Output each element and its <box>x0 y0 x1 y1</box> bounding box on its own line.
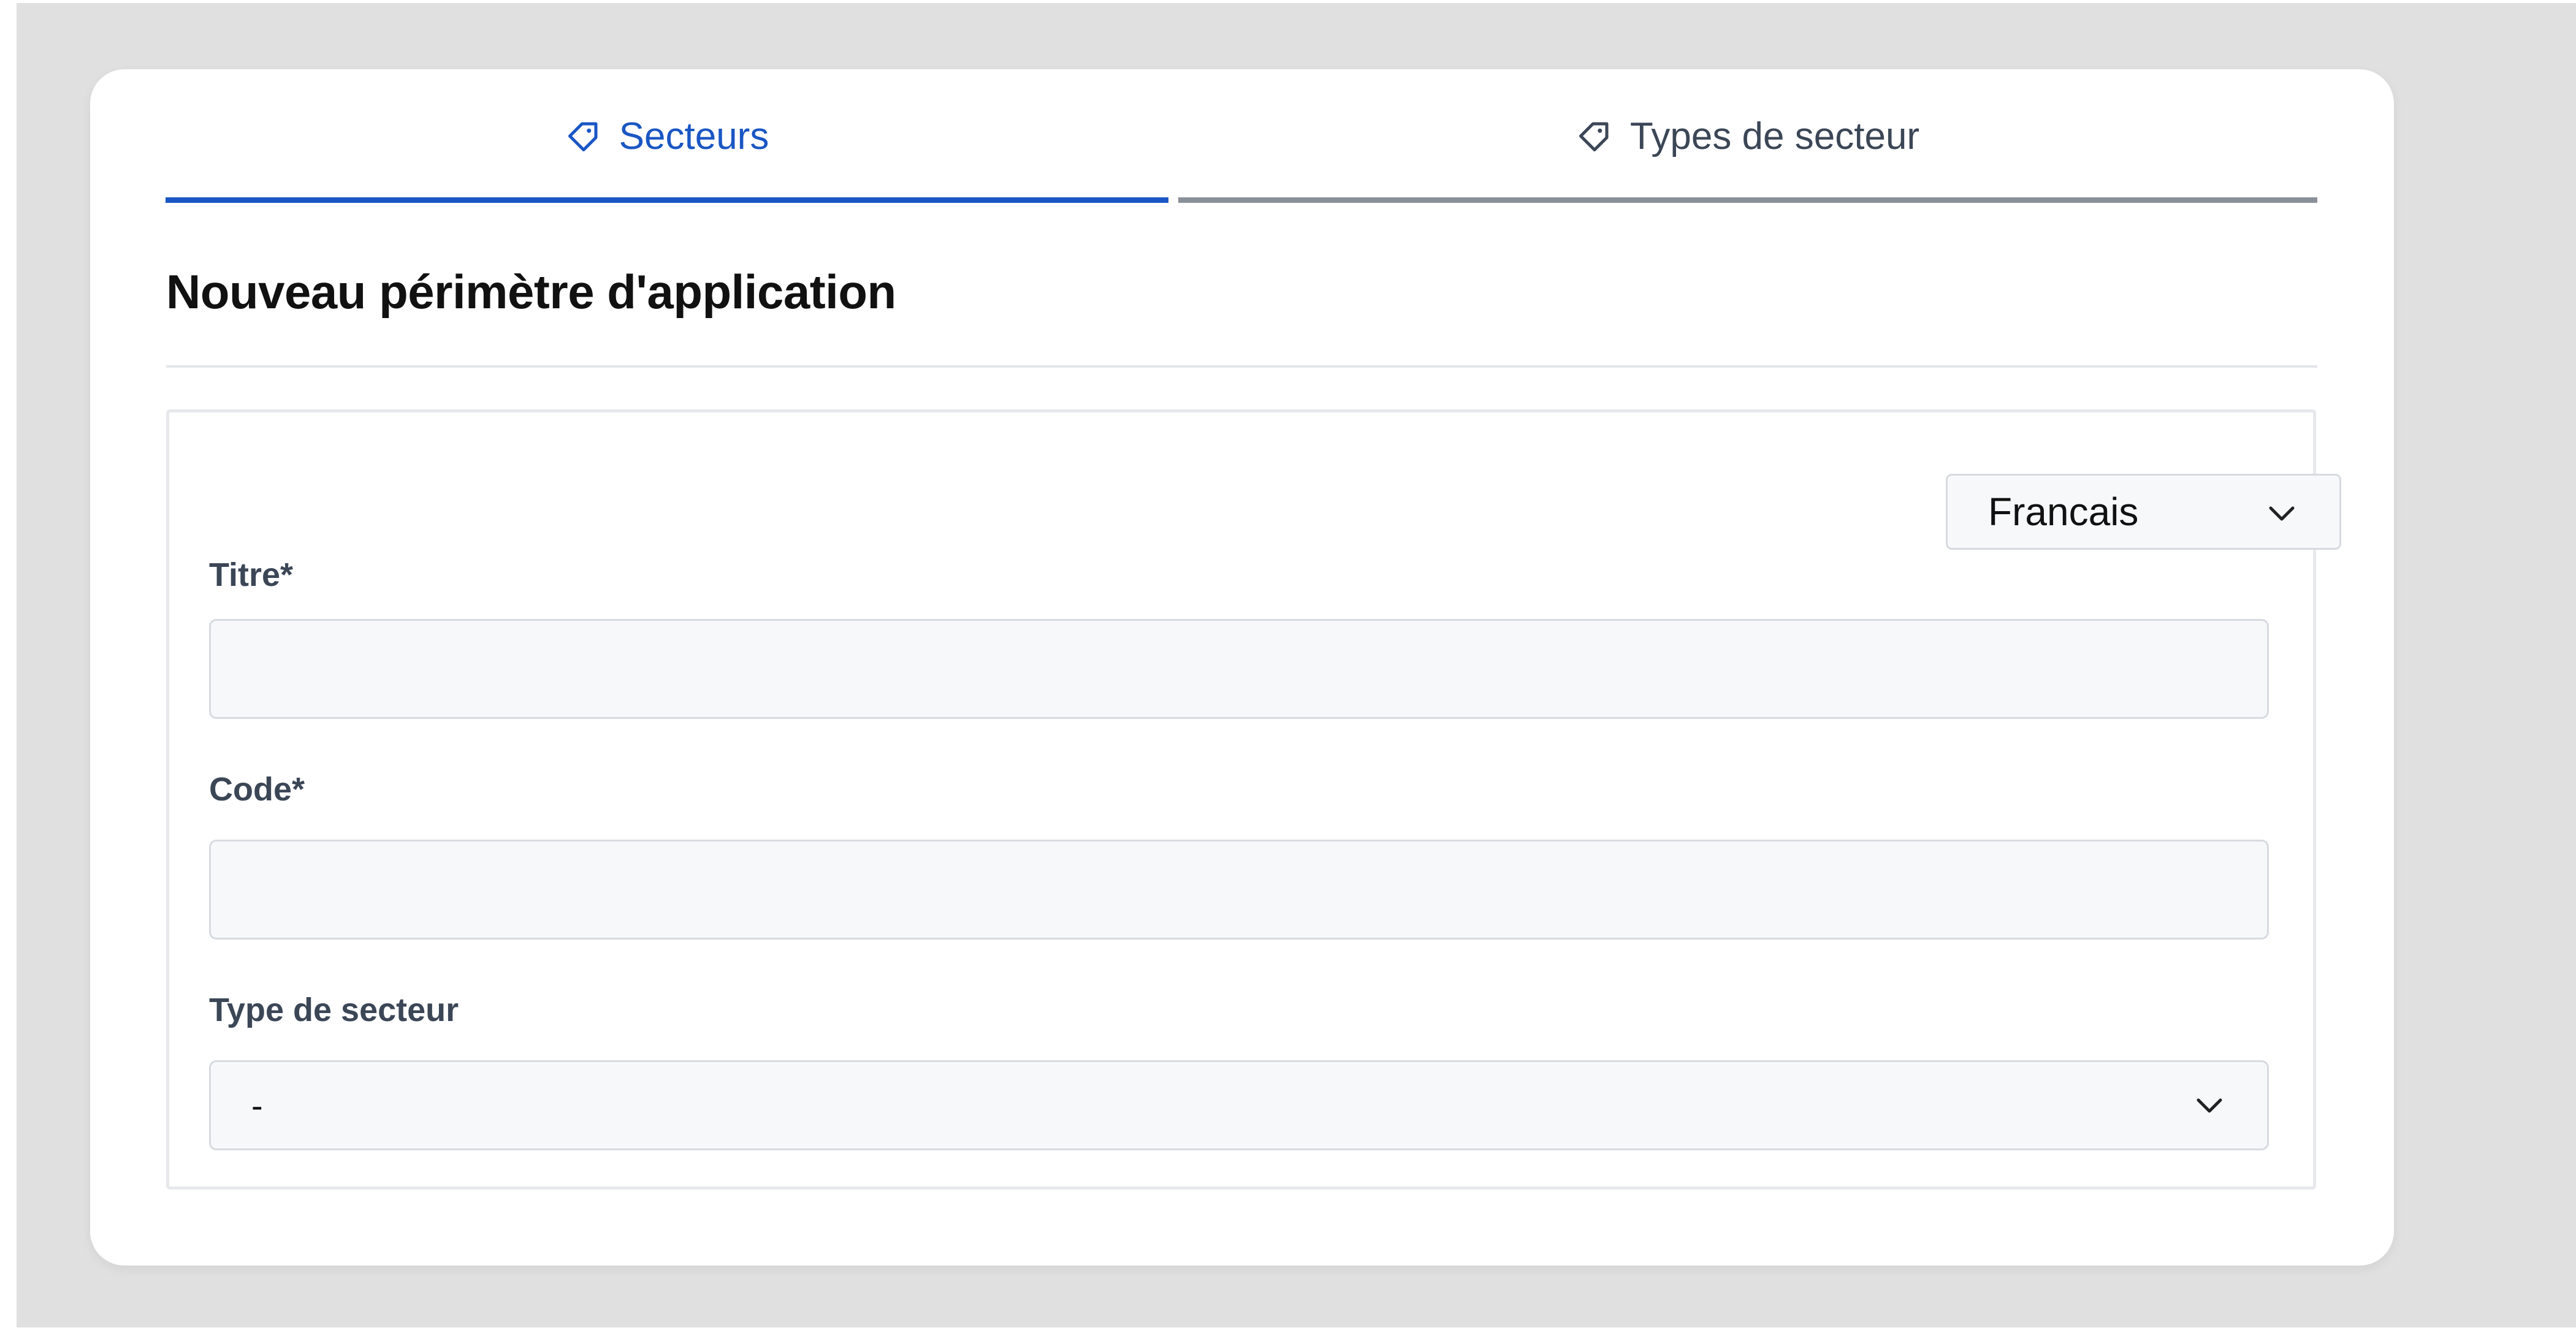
type-de-secteur-select[interactable]: - <box>209 1060 2269 1150</box>
tab-types-de-secteur[interactable]: Types de secteur <box>1178 69 2317 203</box>
type-de-secteur-label: Type de secteur <box>209 992 459 1028</box>
tab-secteurs-label: Secteurs <box>619 115 769 158</box>
main-card: Secteurs Types de secteur Nouveau périmè… <box>90 69 2394 1266</box>
tab-secteurs-underline <box>166 197 1168 203</box>
tab-types-de-secteur-underline <box>1178 197 2317 203</box>
chevron-down-icon <box>2269 506 2295 521</box>
type-de-secteur-value: - <box>251 1086 263 1125</box>
tag-icon <box>1576 118 1613 154</box>
language-select-value: Francais <box>1988 490 2139 534</box>
code-input[interactable] <box>209 840 2269 940</box>
form-panel: Francais Titre* Code* Type de secteur - <box>166 409 2341 1190</box>
tab-secteurs[interactable]: Secteurs <box>166 69 1168 203</box>
chevron-down-icon <box>2197 1098 2222 1113</box>
page-title: Nouveau périmètre d'application <box>166 265 896 319</box>
language-select[interactable]: Francais <box>1946 474 2341 550</box>
code-label: Code* <box>209 771 305 808</box>
title-divider <box>166 365 2317 368</box>
page-background: Secteurs Types de secteur Nouveau périmè… <box>17 3 2576 1327</box>
tag-icon <box>565 118 602 154</box>
titre-label: Titre* <box>209 556 294 593</box>
tab-types-de-secteur-label: Types de secteur <box>1629 115 1920 158</box>
titre-input[interactable] <box>209 619 2269 719</box>
